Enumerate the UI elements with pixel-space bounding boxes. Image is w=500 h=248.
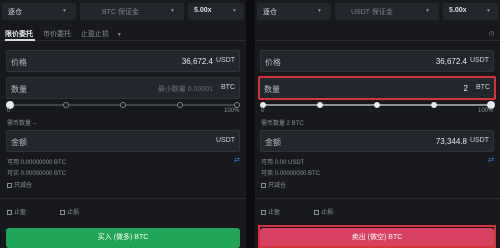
price-label: 价格 [265, 58, 281, 67]
slider-max-label: 100% [478, 108, 494, 114]
tab-market[interactable]: 市价委托 [43, 29, 71, 39]
chevron-down-icon: ▼ [232, 8, 237, 14]
slider-step[interactable] [63, 102, 69, 108]
buy-long-button[interactable]: 买入 (做多) BTC [6, 228, 240, 248]
tab-active-underline [5, 39, 35, 41]
available-balance: 可用 0.00 USDT [261, 160, 305, 166]
chevron-down-icon: ▼ [486, 8, 491, 14]
take-profit-label: 止盈 [268, 210, 281, 216]
checkbox-icon [7, 182, 12, 188]
divider [0, 198, 246, 199]
price-field[interactable]: 价格 36,672.4 USDT [260, 50, 494, 72]
slider-min-label: 0 [261, 108, 265, 114]
margin-mode-label: 逐仓 [8, 9, 22, 16]
checkbox-icon [261, 209, 266, 215]
slider-step[interactable] [120, 102, 126, 108]
margin-coin-label: USDT 保证金 [351, 9, 393, 16]
reduce-only-label: 只减仓 [14, 183, 33, 189]
margin-coin-select[interactable]: BTC 保证金 ▼ [80, 3, 184, 20]
stop-loss-label: 止损 [321, 210, 334, 216]
quantity-label: 数量 [11, 85, 27, 94]
price-value: 36,672.4 [181, 57, 213, 66]
stop-loss-checkbox[interactable]: 止损 [314, 207, 333, 216]
take-profit-checkbox[interactable]: 止盈 [7, 207, 26, 216]
price-unit: USDT [215, 57, 235, 64]
required-quantity: 需币数量 -- [7, 121, 37, 127]
take-profit-checkbox[interactable]: 止盈 [261, 207, 280, 216]
margin-mode-label: 逐仓 [263, 9, 277, 16]
take-profit-label: 止盈 [14, 210, 27, 216]
chevron-down-icon: ▼ [116, 32, 122, 38]
margin-mode-select[interactable]: 逐仓 ▼ [2, 3, 76, 20]
quantity-value: 2 [463, 84, 468, 93]
openable-amount: 可卖 0.00000000 BTC [261, 171, 321, 177]
required-quantity: 需币数量 2 BTC [261, 121, 304, 127]
quantity-field[interactable]: 数量 2 BTC [258, 76, 496, 100]
amount-value: 73,344.8 [435, 137, 467, 146]
reduce-only-checkbox[interactable]: 只减仓 [261, 180, 286, 189]
chevron-down-icon: ▼ [425, 8, 430, 14]
sell-button-highlight [258, 225, 496, 248]
price-value: 36,672.4 [435, 57, 467, 66]
amount-label: 金额 [11, 138, 27, 147]
transfer-icon[interactable]: ⇄ [234, 156, 240, 164]
divider [255, 198, 500, 199]
slider-step[interactable] [177, 102, 183, 108]
leverage-label: 5.00x [449, 7, 467, 14]
checkbox-icon [314, 209, 319, 215]
slider-step[interactable] [431, 102, 437, 108]
buy-panel: 逐仓 ▼ BTC 保证金 ▼ 5.00x ▼ 限价委托 市价委托 止盈止损 ▼ 价… [0, 0, 246, 248]
chevron-down-icon: ▼ [62, 8, 67, 14]
checkbox-icon [60, 209, 65, 215]
quantity-label: 数量 [264, 85, 280, 94]
quantity-placeholder: 最小数量 0.00001 [157, 86, 213, 93]
stop-loss-label: 止损 [67, 210, 80, 216]
checkbox-icon [261, 182, 266, 188]
margin-mode-select[interactable]: 逐仓 ▼ [257, 3, 331, 20]
margin-coin-label: BTC 保证金 [102, 9, 139, 16]
sell-panel: 逐仓 ▼ USDT 保证金 ▼ 5.00x ▼ ◷ 价格 36,672.4 US… [255, 0, 500, 248]
amount-label: 金额 [265, 138, 281, 147]
price-label: 价格 [11, 58, 27, 67]
stop-loss-checkbox[interactable]: 止损 [60, 207, 79, 216]
amount-field[interactable]: 金额 USDT [6, 130, 240, 152]
amount-field[interactable]: 金额 73,344.8 USDT [260, 130, 494, 152]
price-field[interactable]: 价格 36,672.4 USDT [6, 50, 240, 72]
tab-tp-sl[interactable]: 止盈止损 [81, 29, 109, 39]
slider-min-label: 0 [7, 108, 11, 114]
leverage-select[interactable]: 5.00x ▼ [443, 3, 498, 20]
margin-coin-select[interactable]: USDT 保证金 ▼ [335, 3, 439, 20]
leverage-select[interactable]: 5.00x ▼ [188, 3, 244, 20]
clock-icon[interactable]: ◷ [489, 30, 494, 37]
slider-step[interactable] [317, 102, 323, 108]
reduce-only-checkbox[interactable]: 只减仓 [7, 180, 32, 189]
amount-unit: USDT [469, 137, 489, 144]
price-unit: USDT [469, 57, 489, 64]
chevron-down-icon: ▼ [170, 8, 175, 14]
quantity-unit: BTC [221, 84, 235, 91]
available-balance: 可用 0.00000000 BTC [7, 160, 67, 166]
percent-slider[interactable] [6, 101, 240, 109]
chevron-down-icon: ▼ [317, 8, 322, 14]
transfer-icon[interactable]: ⇄ [488, 156, 494, 164]
tab-divider [0, 40, 246, 41]
checkbox-icon [7, 209, 12, 215]
openable-amount: 可买 0.00000000 BTC [7, 171, 67, 177]
tab-divider [255, 40, 500, 41]
slider-step[interactable] [374, 102, 380, 108]
leverage-label: 5.00x [194, 7, 212, 14]
slider-max-label: 100% [224, 108, 240, 114]
tab-limit[interactable]: 限价委托 [5, 29, 33, 39]
amount-unit: USDT [215, 137, 235, 144]
percent-slider[interactable] [260, 101, 495, 109]
order-type-tabs: 限价委托 市价委托 止盈止损 ▼ [5, 29, 122, 39]
reduce-only-label: 只减仓 [268, 183, 287, 189]
quantity-field[interactable]: 数量 最小数量 0.00001 BTC [6, 77, 240, 99]
quantity-unit: BTC [476, 84, 490, 91]
